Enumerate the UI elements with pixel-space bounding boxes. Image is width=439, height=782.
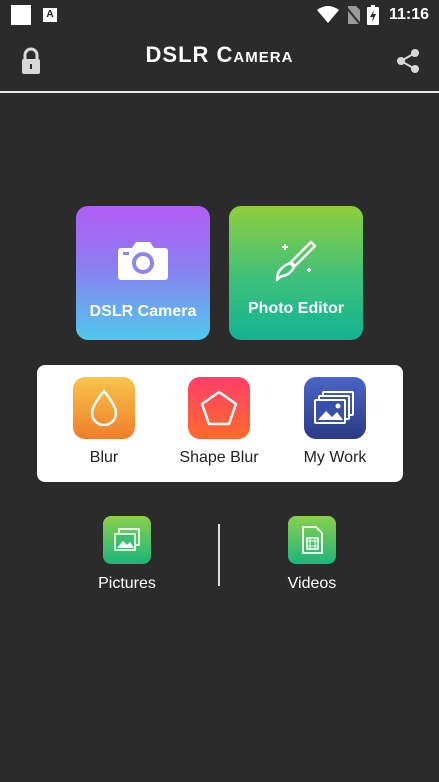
brush-icon xyxy=(275,240,317,282)
a-notification-icon: A xyxy=(43,8,57,22)
share-icon[interactable] xyxy=(395,47,421,75)
header-divider xyxy=(0,91,439,93)
pentagon-icon xyxy=(200,390,238,426)
shape-blur-label: Shape Blur xyxy=(179,449,259,466)
no-sim-icon xyxy=(345,6,361,25)
blur-label: Blur xyxy=(89,449,119,466)
status-bar: A 11:16 xyxy=(0,0,439,30)
dslr-camera-tile[interactable]: DSLR Camera xyxy=(76,206,210,340)
tools-card: Blur Shape Blur My Work xyxy=(37,365,403,482)
photo-editor-label: Photo Editor xyxy=(248,300,344,317)
page-title: DSLR Camera xyxy=(145,42,294,67)
photo-editor-tile[interactable]: Photo Editor xyxy=(229,206,363,340)
videos-label: Videos xyxy=(287,575,337,592)
shape-blur-button[interactable]: Shape Blur xyxy=(164,377,274,467)
video-file-icon xyxy=(302,526,323,554)
my-work-label: My Work xyxy=(303,449,367,466)
square-notification-icon xyxy=(11,5,31,25)
wifi-icon xyxy=(316,6,339,23)
picture-icon xyxy=(114,528,140,551)
dslr-camera-label: DSLR Camera xyxy=(89,303,197,320)
blur-button[interactable]: Blur xyxy=(49,377,159,467)
my-work-button[interactable]: My Work xyxy=(280,377,390,467)
pictures-button[interactable]: Pictures xyxy=(67,516,187,593)
drop-icon xyxy=(90,389,118,427)
battery-charging-icon xyxy=(366,5,379,25)
pictures-label: Pictures xyxy=(98,575,156,592)
gallery-icon xyxy=(314,391,354,424)
videos-button[interactable]: Videos xyxy=(252,516,372,593)
camera-icon xyxy=(118,242,168,280)
clock: 11:16 xyxy=(388,6,429,23)
bottom-divider xyxy=(218,524,220,586)
